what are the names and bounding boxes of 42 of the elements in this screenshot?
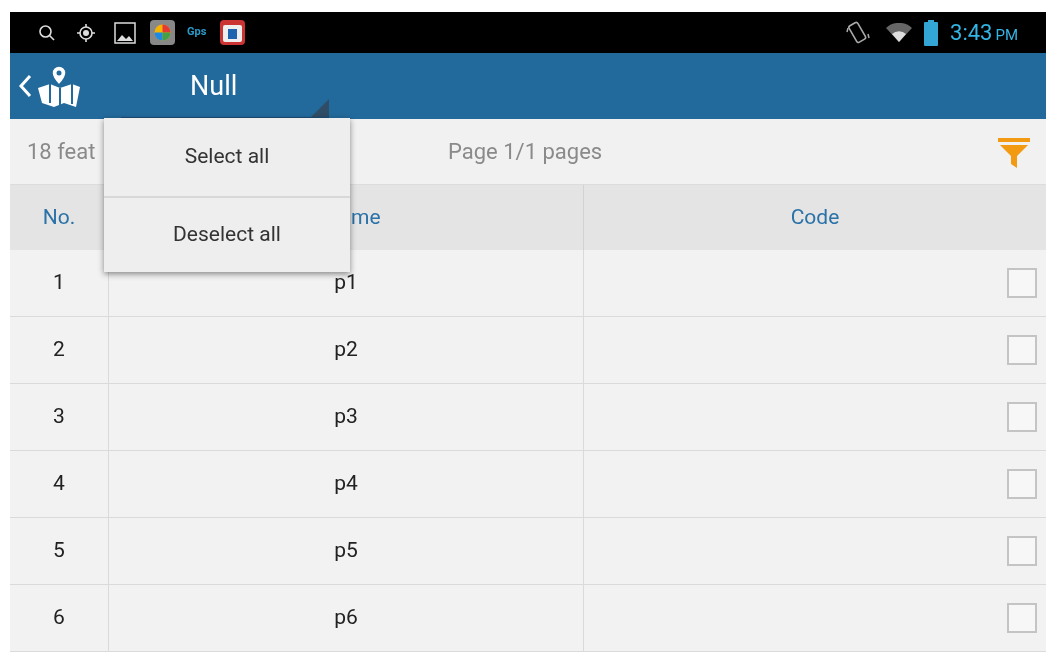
app-icon — [220, 20, 246, 45]
feature-name: p2 — [108, 317, 583, 383]
clock: 3:43 PM — [950, 21, 1018, 44]
row-checkbox[interactable] — [1007, 603, 1037, 633]
row-number: 5 — [52, 537, 66, 565]
row-number: 4 — [52, 470, 66, 498]
row-checkbox[interactable] — [1007, 268, 1037, 298]
back-button[interactable] — [18, 64, 82, 108]
feature-name: p6 — [108, 585, 583, 651]
feature-count: 18 feat — [27, 138, 96, 166]
table-row[interactable]: 4 p4 — [10, 451, 1046, 518]
menu-item[interactable]: Deselect all — [104, 196, 350, 272]
row-number: 2 — [52, 336, 66, 364]
row-number: 3 — [52, 403, 66, 431]
table-row[interactable]: 2 p2 — [10, 317, 1046, 384]
row-checkbox[interactable] — [1007, 402, 1037, 432]
row-number: 1 — [52, 269, 66, 297]
feature-name: p4 — [108, 451, 583, 517]
column-header: No. — [41, 203, 77, 231]
row-number: 6 — [52, 604, 66, 632]
map-pin-icon — [36, 64, 82, 108]
table-row[interactable]: 6 p6 — [10, 585, 1046, 652]
gps-label: Gps — [187, 24, 207, 41]
vibrate-icon — [846, 19, 870, 46]
image-icon — [114, 21, 136, 44]
table-row[interactable]: 1 p1 — [10, 250, 1046, 317]
battery-icon — [924, 19, 938, 46]
table-row[interactable]: 3 p3 — [10, 384, 1046, 451]
app-icon — [150, 20, 175, 45]
location-target-icon — [76, 22, 96, 43]
back-chevron-icon — [18, 74, 32, 98]
search-icon — [38, 23, 56, 42]
feature-name: p3 — [108, 384, 583, 450]
row-checkbox[interactable] — [1007, 469, 1037, 499]
feature-name: p5 — [108, 518, 583, 584]
row-checkbox[interactable] — [1007, 335, 1037, 365]
page-indicator: Page 1/1 pages — [448, 138, 603, 166]
wifi-icon — [886, 22, 912, 43]
dropdown-corner-icon — [311, 99, 329, 117]
row-checkbox[interactable] — [1007, 536, 1037, 566]
filter-icon — [998, 135, 1030, 168]
table-row[interactable]: 5 p5 — [10, 518, 1046, 585]
